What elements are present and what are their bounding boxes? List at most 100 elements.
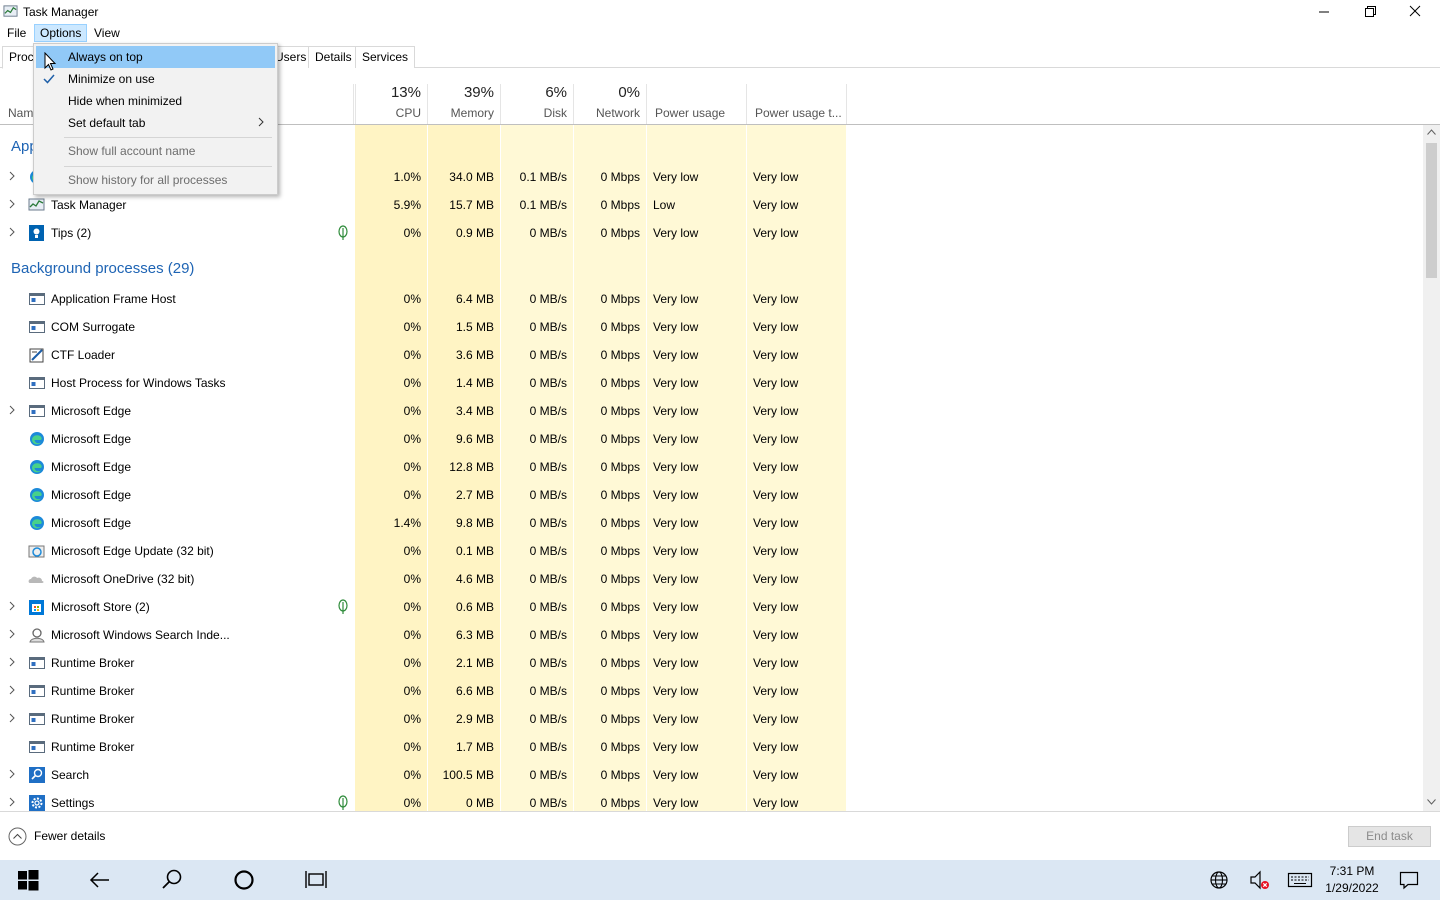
header-power[interactable]: Power usage [647, 84, 747, 124]
scroll-thumb[interactable] [1426, 143, 1437, 278]
power-usage-cell: Very low [653, 460, 699, 474]
chevron-right-icon[interactable] [8, 713, 16, 723]
chevron-right-icon[interactable] [8, 171, 16, 181]
process-name: Application Frame Host [51, 292, 176, 306]
chevron-up-circle-icon[interactable] [8, 827, 27, 846]
task-manager-icon [3, 5, 18, 17]
menu-set-default-tab[interactable]: Set default tab [36, 112, 275, 134]
store-icon [29, 600, 44, 615]
chevron-right-icon[interactable] [8, 227, 16, 237]
back-arrow-icon[interactable] [88, 868, 112, 892]
scroll-down-icon[interactable] [1427, 799, 1436, 805]
table-row[interactable]: Application Frame Host 0% 6.4 MB 0 MB/s 0 Mb… [0, 285, 1420, 313]
power-usage-cell: Very low [653, 544, 699, 558]
system-clock[interactable]: 7:31 PM 1/29/2022 [1320, 863, 1384, 897]
close-button[interactable] [1392, 0, 1438, 22]
network-cell: 0 Mbps [600, 432, 640, 446]
header-power-trend[interactable]: Power usage t... [747, 84, 847, 124]
table-row[interactable]: Microsoft Edge 0% 3.4 MB 0 MB/s 0 Mbps Very l… [0, 397, 1420, 425]
table-row[interactable]: Microsoft Store (2) 0% 0.6 MB 0 MB/s 0 Mbps V… [0, 593, 1420, 621]
options-menu: Always on top Minimize on use Hide when … [33, 43, 278, 195]
taskbar: 7:31 PM 1/29/2022 [0, 860, 1440, 900]
search-indexer-icon [29, 628, 45, 643]
memory-cell: 15.7 MB [449, 198, 494, 212]
header-disk[interactable]: 6% Disk [501, 84, 574, 124]
menu-hide-when-minimized[interactable]: Hide when minimized [36, 90, 275, 112]
memory-cell: 0 MB [465, 796, 494, 810]
disk-cell: 0 MB/s [529, 460, 567, 474]
fewer-details-link[interactable]: Fewer details [34, 829, 105, 843]
minimize-button[interactable] [1301, 0, 1347, 22]
network-cell: 0 Mbps [600, 460, 640, 474]
network-cell: 0 Mbps [600, 320, 640, 334]
notifications-icon[interactable] [1398, 869, 1420, 891]
tab-services[interactable]: Services [355, 46, 416, 68]
chevron-right-icon[interactable] [8, 685, 16, 695]
menu-show-full-account-name[interactable]: Show full account name [36, 140, 275, 162]
menu-minimize-on-use-label: Minimize on use [68, 72, 155, 86]
table-row[interactable]: Microsoft OneDrive (32 bit) 0% 4.6 MB 0 MB/… [0, 565, 1420, 593]
cpu-cell: 0% [403, 572, 421, 586]
globe-network-icon[interactable] [1208, 869, 1230, 891]
memory-cell: 2.9 MB [455, 712, 494, 726]
chevron-right-icon[interactable] [8, 199, 16, 209]
table-row[interactable]: Runtime Broker 0% 2.1 MB 0 MB/s 0 Mbps Very l… [0, 649, 1420, 677]
tab-details[interactable]: Details [308, 46, 359, 68]
table-row[interactable]: Runtime Broker 0% 1.7 MB 0 MB/s 0 Mbps Very l… [0, 733, 1420, 761]
disk-cell: 0 MB/s [529, 600, 567, 614]
table-row[interactable]: Runtime Broker 0% 2.9 MB 0 MB/s 0 Mbps Very l… [0, 705, 1420, 733]
table-row[interactable]: Microsoft Edge 1.4% 9.8 MB 0 MB/s 0 Mbps Very… [0, 509, 1420, 537]
menu-show-history[interactable]: Show history for all processes [36, 169, 275, 191]
table-row[interactable]: Host Process for Windows Tasks 0% 1.4 MB 0 … [0, 369, 1420, 397]
table-row[interactable]: Microsoft Edge 0% 9.6 MB 0 MB/s 0 Mbps Very l… [0, 425, 1420, 453]
chevron-right-icon[interactable] [8, 657, 16, 667]
end-task-button[interactable]: End task [1348, 826, 1431, 847]
table-row[interactable]: Task Manager 5.9% 15.7 MB 0.1 MB/s 0 Mbps Low… [0, 191, 1420, 219]
table-row[interactable]: Runtime Broker 0% 6.6 MB 0 MB/s 0 Mbps Very l… [0, 677, 1420, 705]
chevron-right-icon[interactable] [8, 797, 16, 807]
ctf-loader-icon [29, 348, 44, 363]
chevron-right-icon[interactable] [8, 601, 16, 611]
network-cell: 0 Mbps [600, 572, 640, 586]
menu-options[interactable]: Options [34, 24, 88, 42]
table-row[interactable]: CTF Loader 0% 3.6 MB 0 MB/s 0 Mbps Very low Ve… [0, 341, 1420, 369]
cortana-icon[interactable] [232, 868, 256, 892]
power-trend-cell: Very low [753, 404, 799, 418]
table-row[interactable]: Microsoft Edge 0% 12.8 MB 0 MB/s 0 Mbps Very … [0, 453, 1420, 481]
network-cell: 0 Mbps [600, 170, 640, 184]
search-icon[interactable] [160, 868, 184, 892]
group-background[interactable]: Background processes (29) [11, 260, 194, 277]
keyboard-icon[interactable] [1287, 869, 1313, 891]
disk-cell: 0 MB/s [529, 572, 567, 586]
chevron-right-icon[interactable] [8, 769, 16, 779]
table-row[interactable]: Microsoft Edge 0% 2.7 MB 0 MB/s 0 Mbps Very l… [0, 481, 1420, 509]
table-row[interactable]: Tips (2) 0% 0.9 MB 0 MB/s 0 Mbps Very low Very… [0, 219, 1420, 247]
menu-file[interactable]: File [2, 24, 31, 42]
network-cell: 0 Mbps [600, 740, 640, 754]
cpu-cell: 0% [403, 404, 421, 418]
network-cell: 0 Mbps [600, 628, 640, 642]
windows-start-icon[interactable] [16, 868, 40, 892]
table-row[interactable]: Microsoft Windows Search Inde... 0% 6.3 MB… [0, 621, 1420, 649]
chevron-right-icon[interactable] [8, 405, 16, 415]
cpu-cell: 0% [403, 628, 421, 642]
disk-cell: 0 MB/s [529, 320, 567, 334]
table-row[interactable]: Microsoft Edge Update (32 bit) 0% 0.1 MB 0 … [0, 537, 1420, 565]
task-view-icon[interactable] [304, 868, 328, 892]
table-row[interactable]: COM Surrogate 0% 1.5 MB 0 MB/s 0 Mbps Very lo… [0, 313, 1420, 341]
vertical-scrollbar[interactable] [1423, 125, 1440, 811]
edge-icon [30, 460, 44, 474]
table-row[interactable]: Search 0% 100.5 MB 0 MB/s 0 Mbps Very low Very… [0, 761, 1420, 789]
volume-muted-icon[interactable] [1249, 869, 1271, 891]
chevron-right-icon[interactable] [8, 629, 16, 639]
restore-button[interactable] [1347, 0, 1393, 22]
header-memory[interactable]: 39% Memory [428, 84, 501, 124]
power-trend-cell: Very low [753, 544, 799, 558]
scroll-up-icon[interactable] [1427, 129, 1436, 135]
menu-minimize-on-use[interactable]: Minimize on use [36, 68, 275, 90]
footer: Fewer details End task [0, 811, 1440, 860]
menu-always-on-top[interactable]: Always on top [36, 46, 275, 68]
header-network[interactable]: 0% Network [574, 84, 647, 124]
menu-view[interactable]: View [89, 24, 125, 42]
header-cpu[interactable]: 13% CPU [355, 84, 428, 124]
